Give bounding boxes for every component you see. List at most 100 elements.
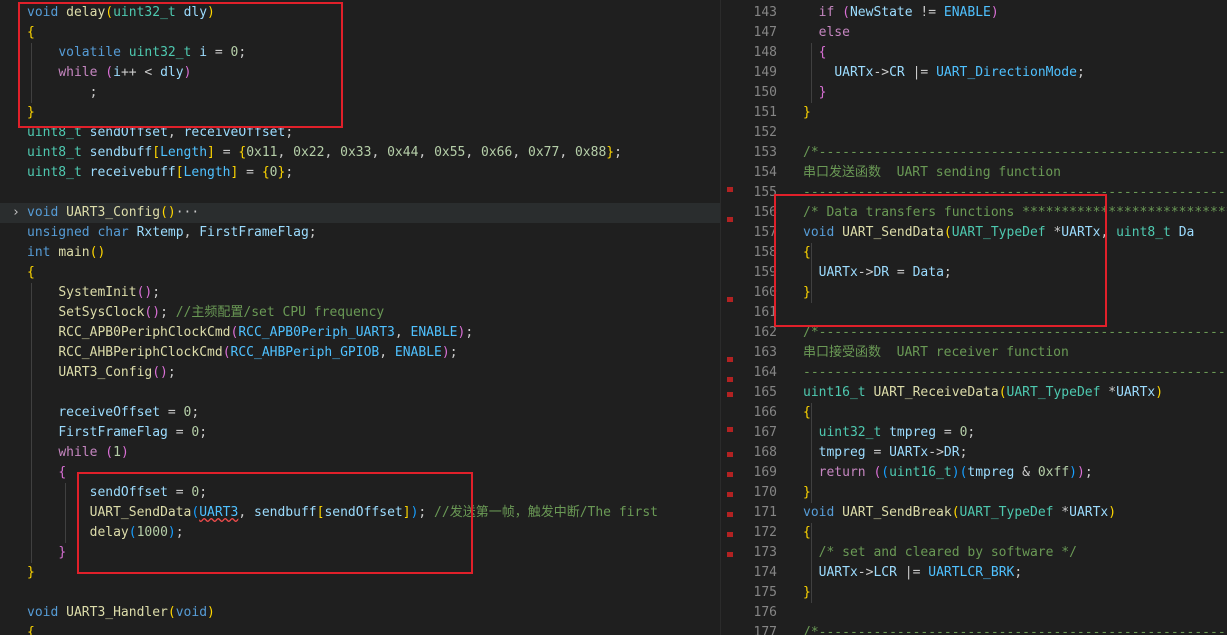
- code-line[interactable]: void UART3_Handler(void): [27, 603, 215, 623]
- code-token: 0x22: [293, 145, 325, 160]
- code-token: [: [175, 165, 184, 180]
- code-line[interactable]: uint32_t tmpreg = 0;: [803, 423, 976, 443]
- scrollbar-marker: [727, 187, 733, 192]
- code-line[interactable]: RCC_APB0PeriphClockCmd(RCC_APB0Periph_UA…: [27, 323, 473, 343]
- line-number: 177: [753, 625, 777, 635]
- code-token: /*--------------------------------------…: [803, 325, 1227, 340]
- code-token: 串口发送函数 UART sending function: [803, 165, 1062, 180]
- code-line[interactable]: /* set and cleared by software */: [803, 543, 1077, 563]
- code-line[interactable]: void UART_SendBreak(UART_TypeDef *UARTx): [803, 503, 1116, 523]
- annotation-highlight-box: [77, 472, 473, 574]
- code-line[interactable]: RCC_AHBPeriphClockCmd(RCC_AHBPeriph_GPIO…: [27, 343, 457, 363]
- code-token: (: [222, 345, 231, 360]
- code-line[interactable]: {: [803, 43, 827, 63]
- code-line[interactable]: else: [803, 23, 850, 43]
- code-line[interactable]: return ((uint16_t)(tmpreg & 0xff));: [803, 463, 1093, 483]
- line-number: 168: [753, 445, 777, 460]
- code-line[interactable]: SystemInit();: [27, 283, 160, 303]
- code-line[interactable]: tmpreg = UARTx->DR;: [803, 443, 968, 463]
- fold-chevron-icon[interactable]: ›: [12, 203, 20, 223]
- line-number: 154: [753, 165, 777, 180]
- code-token: *: [1053, 505, 1070, 520]
- scrollbar-marker: [727, 357, 733, 362]
- code-line[interactable]: {: [803, 523, 811, 543]
- code-token: receiveOffset: [58, 405, 161, 420]
- code-token: |=: [896, 565, 929, 580]
- code-line[interactable]: }: [27, 543, 66, 563]
- code-token: /* set and cleared by software */: [818, 545, 1077, 560]
- code-line[interactable]: while (1): [27, 443, 128, 463]
- code-token: ->: [873, 65, 890, 80]
- code-line[interactable]: }: [803, 583, 811, 603]
- code-line[interactable]: 串口接受函数 UART receiver function: [803, 343, 1069, 363]
- code-token: |=: [904, 65, 937, 80]
- code-line[interactable]: uint8_t receivebuff[Length] = {0};: [27, 163, 293, 183]
- code-line[interactable]: ----------------------------------------…: [803, 363, 1227, 383]
- code-line[interactable]: unsigned char Rxtemp, FirstFrameFlag;: [27, 223, 317, 243]
- code-line[interactable]: {: [27, 463, 66, 483]
- code-token: tmpreg: [889, 425, 937, 440]
- code-token: Da: [1178, 225, 1195, 240]
- code-line[interactable]: if (NewState != ENABLE): [803, 3, 999, 23]
- code-line[interactable]: /*--------------------------------------…: [803, 143, 1227, 163]
- code-token: UARTx: [834, 65, 874, 80]
- code-token: void: [27, 605, 59, 620]
- code-token: LCR: [873, 565, 897, 580]
- code-line[interactable]: uint8_t sendbuff[Length] = {0x11, 0x22, …: [27, 143, 622, 163]
- code-line[interactable]: void UART3_Config()···: [0, 203, 720, 223]
- code-line[interactable]: uint16_t UART_ReceiveData(UART_TypeDef *…: [803, 383, 1163, 403]
- scrollbar-marker: [727, 297, 733, 302]
- code-line[interactable]: }: [803, 103, 811, 123]
- code-line[interactable]: UARTx->CR |= UART_DirectionMode;: [803, 63, 1084, 83]
- editor-split-divider[interactable]: [720, 0, 734, 635]
- code-token: tmpreg: [967, 465, 1015, 480]
- code-token: int: [27, 245, 51, 260]
- code-line[interactable]: }: [803, 83, 827, 103]
- code-token: ;: [614, 145, 622, 160]
- code-line[interactable]: 串口发送函数 UART sending function: [803, 163, 1061, 183]
- code-line[interactable]: }: [803, 483, 811, 503]
- code-token: ,: [379, 345, 395, 360]
- code-token: 0x66: [481, 145, 513, 160]
- code-token: =: [865, 445, 890, 460]
- annotation-highlight-box: [18, 2, 343, 128]
- line-number: 143: [753, 5, 777, 20]
- code-token: {: [818, 45, 827, 60]
- code-token: (: [167, 605, 176, 620]
- code-token: {: [27, 625, 35, 635]
- indent-guide: [31, 283, 32, 563]
- code-token: ): [1069, 465, 1077, 480]
- code-token: ,: [394, 325, 411, 340]
- code-line[interactable]: SetSysClock(); //主频配置/set CPU frequency: [27, 303, 384, 323]
- code-line[interactable]: {: [27, 263, 35, 283]
- code-line[interactable]: receiveOffset = 0;: [27, 403, 199, 423]
- scrollbar-marker: [727, 217, 733, 222]
- code-token: uint8_t: [27, 145, 82, 160]
- code-line[interactable]: /*--------------------------------------…: [803, 623, 1227, 635]
- line-number: 150: [753, 85, 777, 100]
- code-token: Length: [160, 145, 208, 160]
- code-token: ···: [175, 205, 200, 220]
- code-line[interactable]: UARTx->LCR |= UARTLCR_BRK;: [803, 563, 1023, 583]
- code-token: (: [105, 445, 114, 460]
- code-line[interactable]: }: [27, 563, 35, 583]
- code-line[interactable]: UART3_Config();: [27, 363, 175, 383]
- code-line[interactable]: int main(): [27, 243, 105, 263]
- code-token: !=: [912, 5, 944, 20]
- line-number: 159: [753, 265, 777, 280]
- left-editor-pane[interactable]: void delay(uint32_t dly){ volatile uint3…: [0, 0, 720, 635]
- code-line[interactable]: {: [803, 403, 811, 423]
- code-token: return: [818, 465, 866, 480]
- code-token: ,: [183, 225, 200, 240]
- code-line[interactable]: {: [27, 623, 35, 635]
- code-line[interactable]: FirstFrameFlag = 0;: [27, 423, 207, 443]
- code-token: *: [1100, 385, 1117, 400]
- right-editor-pane[interactable]: 143 if (NewState != ENABLE) 147 else 148 {…: [733, 0, 1227, 635]
- line-number: 170: [753, 485, 777, 500]
- code-token: }: [818, 85, 827, 100]
- code-token: UARTx: [818, 565, 858, 580]
- code-token: }: [803, 585, 811, 600]
